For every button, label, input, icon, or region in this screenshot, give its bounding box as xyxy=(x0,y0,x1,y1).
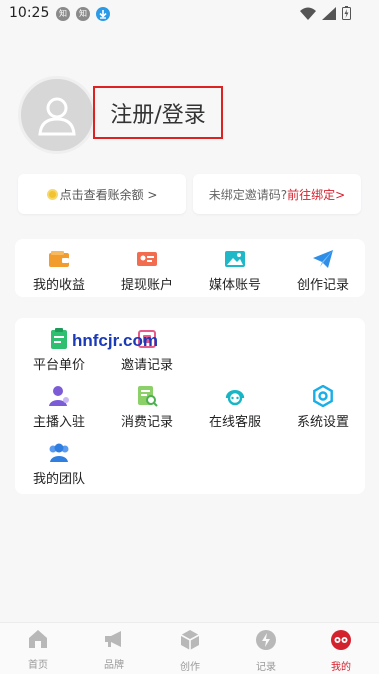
coin-icon xyxy=(46,188,58,200)
nav-label: 品牌 xyxy=(104,660,124,671)
megaphone-icon xyxy=(103,629,125,653)
id-card-icon xyxy=(135,248,159,270)
image-icon xyxy=(223,248,247,270)
grid-item-label: 我的团队 xyxy=(32,472,85,487)
nav-label: 记录 xyxy=(256,662,276,673)
clipboard-icon xyxy=(47,328,71,350)
login-button[interactable]: 注册/登录 xyxy=(93,86,223,139)
grid-item-label: 媒体账号 xyxy=(208,278,261,293)
invite-card[interactable]: 未绑定邀请码? 前往绑定> xyxy=(193,174,361,214)
invite-label: 未绑定邀请码? xyxy=(208,187,288,202)
profile-icon xyxy=(329,629,353,655)
notification-icon: 知 xyxy=(56,7,70,21)
nav-tab-record[interactable]: 记录 xyxy=(228,629,304,673)
home-icon xyxy=(27,629,49,653)
wallet-icon xyxy=(47,248,71,270)
download-icon xyxy=(96,7,110,21)
nav-tab-home[interactable]: 首页 xyxy=(0,629,76,671)
headset-icon xyxy=(223,385,247,407)
grid-item-system-settings[interactable]: 系统设置 xyxy=(279,385,367,430)
grid-item-label: 平台单价 xyxy=(32,358,85,373)
grid-item-creation-record[interactable]: 创作记录 xyxy=(279,248,367,293)
signal-icon xyxy=(322,5,336,24)
nav-label: 首页 xyxy=(28,660,48,671)
grid-item-label: 消费记录 xyxy=(120,415,173,430)
cube-icon xyxy=(179,629,201,655)
notification-icon: 知 xyxy=(76,7,90,21)
grid-item-streamer-join[interactable]: 主播入驻 xyxy=(15,385,103,430)
status-time: 10:25 xyxy=(9,5,50,21)
avatar[interactable] xyxy=(18,76,96,154)
receipt-search-icon xyxy=(135,385,159,407)
grid-item-online-service[interactable]: 在线客服 xyxy=(191,385,279,430)
nav-tab-mine[interactable]: 我的 xyxy=(303,629,379,673)
status-bar: 10:25 知 知 xyxy=(0,0,379,28)
bottom-nav: 首页 品牌 创作 记录 我的 xyxy=(0,622,379,674)
services-panel: 平台单价 邀请记录 主播入驻 消费记录 在线客服 系统设置 我的团队 xyxy=(15,318,365,494)
grid-item-consumption-record[interactable]: 消费记录 xyxy=(103,385,191,430)
grid-item-earnings[interactable]: 我的收益 xyxy=(15,248,103,293)
anchor-user-icon xyxy=(47,385,71,407)
grid-item-label: 主播入驻 xyxy=(32,415,85,430)
bind-invite-link[interactable]: 前往绑定> xyxy=(287,186,345,203)
grid-item-withdraw-account[interactable]: 提现账户 xyxy=(103,248,191,293)
wifi-icon xyxy=(300,5,316,24)
grid-item-label: 邀请记录 xyxy=(120,358,173,373)
grid-item-label: 我的收益 xyxy=(32,278,85,293)
login-label: 注册/登录 xyxy=(110,102,206,128)
balance-card[interactable]: 点击查看账余额 > xyxy=(18,174,186,214)
battery-icon xyxy=(342,5,351,24)
lightning-icon xyxy=(255,629,277,655)
balance-label: 点击查看账余额 > xyxy=(59,187,158,202)
grid-item-my-team[interactable]: 我的团队 xyxy=(15,442,103,487)
grid-item-label: 在线客服 xyxy=(208,415,261,430)
settings-icon xyxy=(311,385,335,407)
watermark: hnfcjr.com xyxy=(72,331,158,350)
grid-item-label: 创作记录 xyxy=(296,278,349,293)
grid-item-label: 系统设置 xyxy=(296,415,349,430)
nav-tab-brand[interactable]: 品牌 xyxy=(76,629,152,671)
user-icon xyxy=(38,97,76,136)
earnings-panel: 我的收益 提现账户 媒体账号 创作记录 xyxy=(15,239,365,297)
paper-plane-icon xyxy=(311,248,335,270)
grid-item-media-account[interactable]: 媒体账号 xyxy=(191,248,279,293)
grid-item-label: 提现账户 xyxy=(120,278,173,293)
nav-tab-create[interactable]: 创作 xyxy=(152,629,228,673)
nav-label: 创作 xyxy=(180,662,200,673)
team-icon xyxy=(47,442,71,464)
nav-label: 我的 xyxy=(331,662,351,673)
